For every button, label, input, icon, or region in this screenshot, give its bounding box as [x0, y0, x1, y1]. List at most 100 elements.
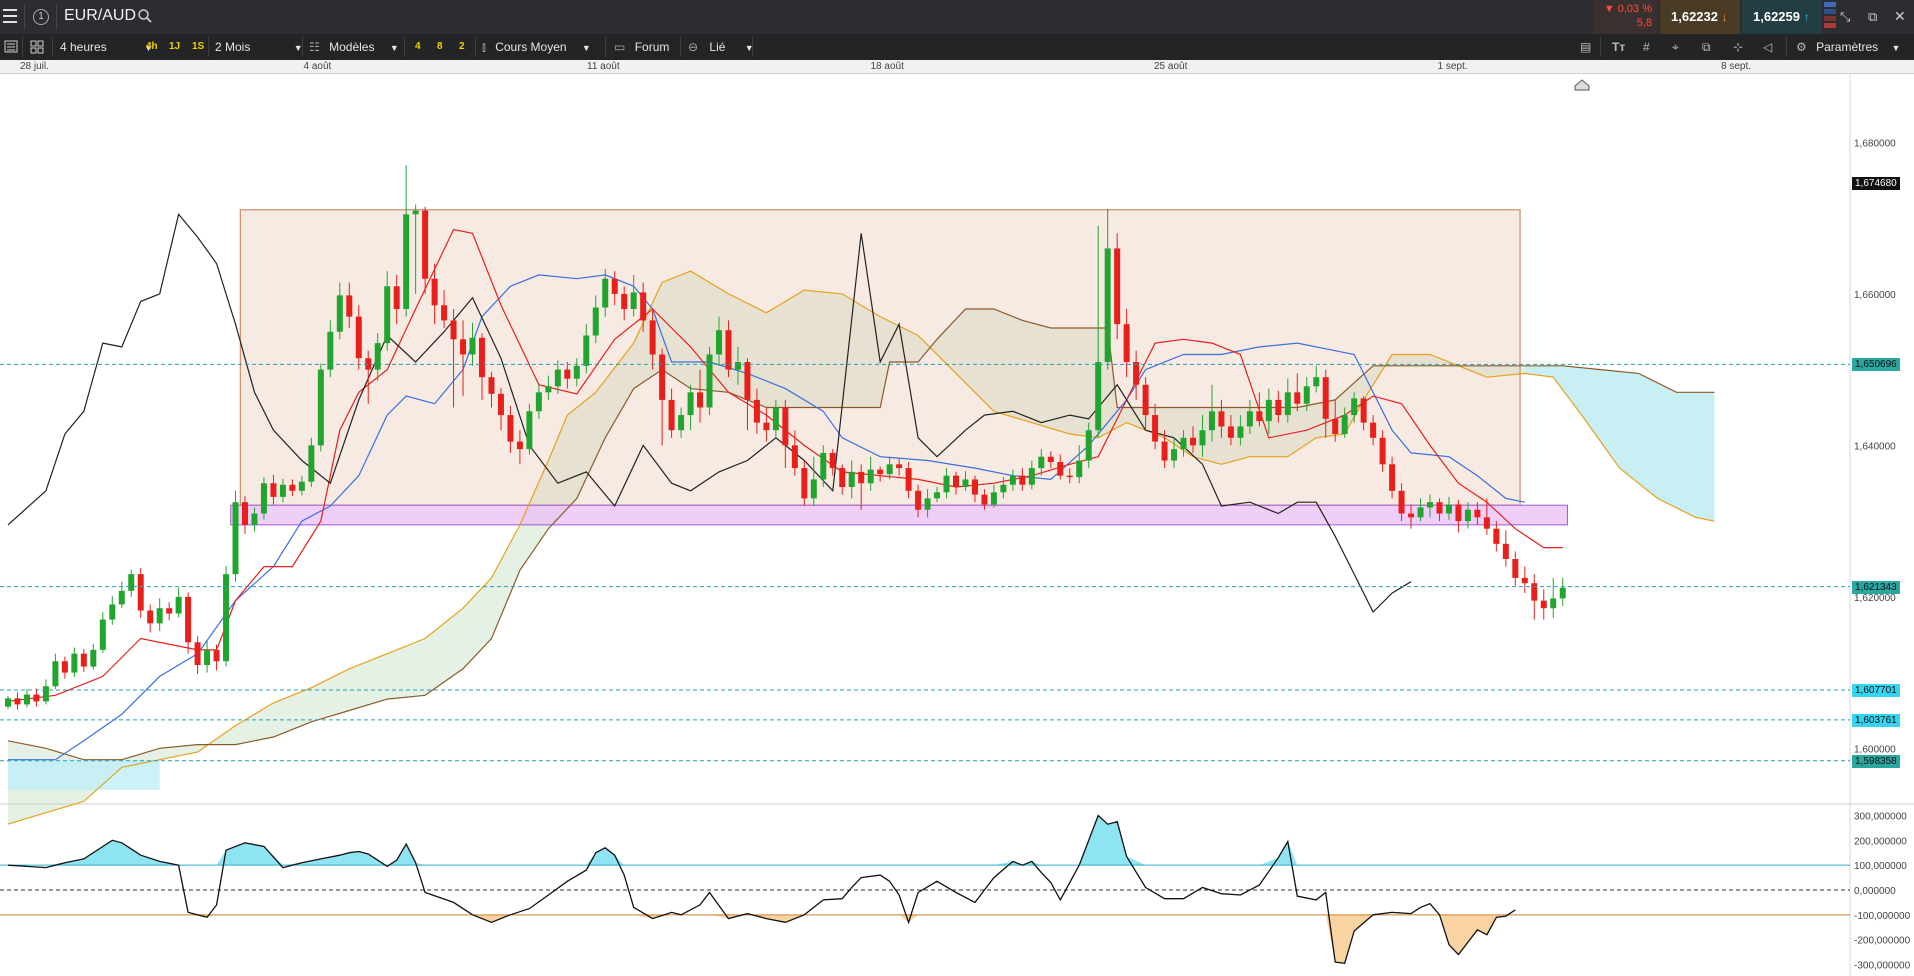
candle-body	[1521, 577, 1528, 584]
candle-body	[1104, 248, 1111, 363]
candle-body	[1123, 324, 1130, 363]
candle-body	[497, 393, 504, 416]
candle-body	[763, 422, 770, 431]
candle-body	[1208, 411, 1215, 431]
candle-body	[1199, 430, 1206, 446]
candle-body	[1360, 398, 1367, 423]
candle-body	[953, 475, 959, 488]
candle-body	[1095, 362, 1102, 431]
candle-body	[346, 295, 353, 317]
candle-body	[422, 210, 429, 279]
candle-body	[1550, 598, 1557, 609]
candle-body	[204, 649, 211, 666]
candle-body	[1389, 464, 1396, 491]
cci-tick-label: -200,000000	[1854, 936, 1911, 947]
candle-body	[1379, 437, 1386, 465]
candle-body	[782, 407, 789, 446]
candle-body	[156, 608, 163, 624]
candle-body	[820, 452, 827, 480]
candle-body	[279, 484, 286, 497]
candle-body	[848, 471, 855, 488]
candle-body	[1531, 583, 1538, 601]
candle-body	[659, 354, 666, 400]
candle-body	[753, 399, 760, 423]
candle-body	[905, 468, 912, 491]
candle-body	[1341, 415, 1348, 434]
candle-body	[1294, 392, 1301, 404]
candle-body	[668, 399, 675, 431]
candle-body	[42, 686, 49, 702]
candle-body	[1256, 411, 1263, 422]
candle-body	[1265, 399, 1272, 422]
cci-tick-label: 200,000000	[1854, 836, 1907, 847]
candle-body	[1540, 600, 1547, 609]
candle-body	[649, 320, 656, 355]
candle-body	[289, 484, 296, 491]
candle-body	[971, 479, 978, 495]
candle-body	[1493, 528, 1500, 544]
candle-body	[1028, 468, 1035, 485]
candle-body	[687, 392, 694, 416]
candle-body	[469, 337, 476, 355]
candle-body	[962, 479, 969, 488]
candle-body	[460, 339, 467, 355]
candle-body	[1218, 411, 1225, 427]
candle-body	[298, 481, 305, 491]
candle-body	[1047, 456, 1054, 463]
candle-body	[1436, 502, 1443, 514]
candle-body	[1009, 475, 1016, 485]
candle-body	[1332, 418, 1339, 434]
candle-body	[734, 362, 741, 370]
candle-body	[621, 293, 628, 310]
candle-body	[431, 278, 438, 306]
candle-body	[33, 694, 40, 702]
candle-body	[611, 278, 618, 294]
candle-body	[1227, 426, 1234, 438]
candle-body	[592, 307, 599, 336]
candle-body	[317, 369, 324, 446]
candle-body	[393, 286, 400, 310]
candle-body	[1351, 398, 1358, 416]
candle-body	[1275, 399, 1282, 416]
candle-body	[223, 574, 230, 662]
candle-body	[526, 411, 533, 450]
candle-body	[640, 292, 647, 321]
candle-body	[1464, 509, 1471, 522]
candle-body	[1408, 513, 1415, 518]
candle-body	[80, 653, 87, 667]
candle-body	[1019, 475, 1026, 485]
candle-body	[545, 386, 552, 393]
candle-body	[772, 407, 779, 431]
candle-body	[175, 596, 182, 614]
candle-body	[697, 392, 704, 408]
candle-body	[128, 574, 135, 591]
candle-body	[934, 492, 941, 499]
candle-body	[1133, 362, 1140, 385]
candle-body	[1284, 392, 1291, 416]
candle-body	[147, 610, 154, 624]
candle-body	[251, 513, 258, 525]
candle-body	[744, 362, 751, 400]
candle-body	[1512, 558, 1519, 578]
candle-body	[725, 330, 732, 370]
candle-body	[441, 305, 448, 321]
candle-body	[336, 295, 343, 332]
candle-body	[61, 661, 68, 673]
candle-body	[412, 210, 419, 215]
price-level-badge: 1,607701	[1852, 684, 1900, 697]
cci-line	[7, 814, 1516, 965]
candle-body	[801, 468, 808, 499]
price-chart[interactable]: 300,000000 200,000000 100,000000 0,000000 -1…	[0, 0, 1914, 976]
candle-body	[810, 479, 817, 499]
cci-tick-label: 100,000000	[1854, 861, 1907, 872]
candle-body	[109, 604, 116, 620]
candle-body	[355, 316, 362, 359]
candle-body	[1190, 437, 1196, 446]
candle-body	[507, 415, 514, 442]
candle-body	[1483, 517, 1490, 529]
candle-body	[1237, 426, 1244, 438]
candle-body	[1171, 449, 1178, 461]
candle-body	[166, 608, 173, 614]
price-tick-label: 1,620000	[1854, 593, 1896, 604]
price-tick-label: 1,660000	[1854, 290, 1896, 301]
